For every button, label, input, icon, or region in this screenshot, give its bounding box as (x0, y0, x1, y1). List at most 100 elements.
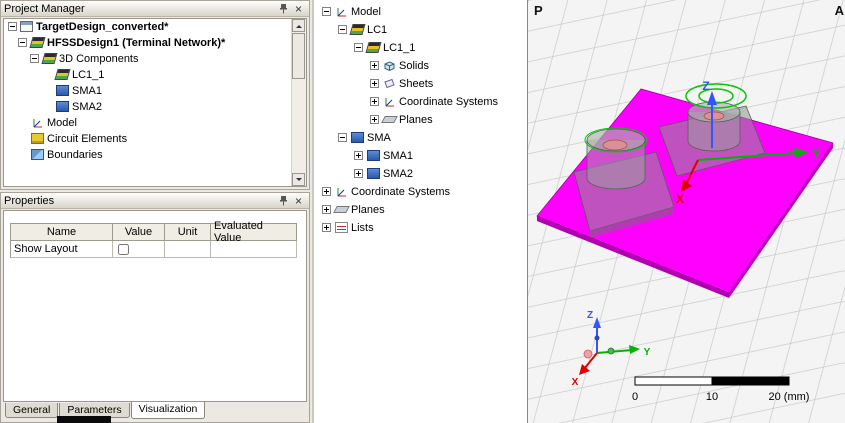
tree-item-sma1[interactable]: SMA1 (4, 83, 306, 99)
tree-item-label: LC1_1 (72, 69, 105, 81)
axis-z-arrowhead (707, 91, 717, 105)
triad-y-line (596, 349, 633, 354)
expand-icon[interactable] (322, 187, 331, 196)
collapse-icon[interactable] (354, 43, 363, 52)
tree-item-label: Solids (399, 60, 429, 72)
collapse-icon[interactable] (18, 38, 27, 47)
model-icon (31, 117, 44, 128)
tree-item-project[interactable]: TargetDesign_converted* (4, 19, 306, 35)
tree-item-lists[interactable]: Lists (314, 220, 527, 236)
arrow-down-icon (295, 178, 302, 184)
tree-item-label: SMA (367, 132, 391, 144)
scroll-thumb[interactable] (292, 33, 305, 79)
expand-icon[interactable] (370, 79, 379, 88)
component-icon (351, 132, 364, 143)
tree-item-label: Lists (351, 222, 374, 234)
tree-item-planes[interactable]: Planes (314, 112, 527, 128)
expand-icon[interactable] (370, 97, 379, 106)
scroll-up-button[interactable] (292, 19, 305, 32)
close-icon[interactable]: × (291, 194, 306, 207)
tree-item-label: LC1_1 (383, 42, 416, 54)
tree-item-label: 3D Components (59, 53, 139, 65)
triad-z-ball (594, 335, 600, 341)
coordinate-systems-icon (383, 96, 396, 107)
collapse-icon[interactable] (30, 54, 39, 63)
project-tree: TargetDesign_converted* HFSSDesign1 (Ter… (3, 18, 307, 187)
expand-icon[interactable] (354, 169, 363, 178)
arrow-up-icon (295, 22, 302, 28)
tree-item-sma2[interactable]: SMA2 (314, 166, 527, 182)
project-manager-titlebar[interactable]: Project Manager × (1, 1, 309, 17)
triad-z-label: Z (587, 310, 593, 321)
property-name-cell: Show Layout (11, 241, 113, 258)
tree-item-sma2[interactable]: SMA2 (4, 99, 306, 115)
collapse-icon[interactable] (322, 7, 331, 16)
pin-icon[interactable] (276, 194, 291, 207)
tree-item-label: SMA1 (383, 150, 413, 162)
show-layout-checkbox[interactable] (118, 243, 129, 255)
tree-item-label: SMA1 (72, 85, 102, 97)
component-icon (54, 69, 71, 80)
tree-item-label: TargetDesign_converted* (36, 21, 169, 33)
column-header-unit[interactable]: Unit (165, 224, 211, 241)
expand-icon[interactable] (322, 223, 331, 232)
tree-item-label: Coordinate Systems (351, 186, 451, 198)
expand-icon[interactable] (370, 115, 379, 124)
expand-icon[interactable] (370, 61, 379, 70)
tree-item-3d-components[interactable]: 3D Components (4, 51, 306, 67)
tree-item-sma1[interactable]: SMA1 (314, 148, 527, 164)
properties-titlebar[interactable]: Properties × (1, 193, 309, 209)
application-window: Project Manager × TargetDesign_converted… (0, 0, 845, 423)
scrollbar-vertical[interactable] (291, 19, 306, 186)
tree-item-circuit-elements[interactable]: Circuit Elements (4, 131, 306, 147)
tree-item-sma[interactable]: SMA (314, 130, 527, 146)
tree-item-lc1-1[interactable]: LC1_1 (314, 40, 527, 56)
triad-x-ball (583, 349, 593, 359)
tree-item-lc1[interactable]: LC1 (314, 22, 527, 38)
project-manager-title: Project Manager (4, 2, 85, 15)
expand-icon[interactable] (354, 151, 363, 160)
lists-icon (335, 222, 348, 233)
tab-visualization[interactable]: Visualization (130, 402, 206, 419)
scale-tick-10: 10 (706, 391, 718, 403)
sheets-icon (383, 78, 396, 89)
properties-table: Name Value Unit Evaluated Value Show Lay… (10, 220, 297, 258)
tree-item-boundaries[interactable]: Boundaries (4, 147, 306, 163)
solids-icon (383, 60, 396, 72)
tree-item-planes-root[interactable]: Planes (314, 202, 527, 218)
collapse-icon[interactable] (338, 25, 347, 34)
tab-general[interactable]: General (5, 403, 59, 418)
tree-item-coordinate-systems[interactable]: Coordinate Systems (314, 94, 527, 110)
scroll-down-button[interactable] (292, 173, 305, 186)
expand-icon[interactable] (322, 205, 331, 214)
component-icon (56, 101, 69, 112)
close-icon[interactable]: × (291, 2, 306, 15)
components-icon (41, 53, 58, 64)
tree-item-model-root[interactable]: Model (314, 4, 527, 20)
property-evaluated-cell (211, 241, 297, 258)
tree-item-label: Circuit Elements (47, 133, 128, 145)
tree-item-design[interactable]: HFSSDesign1 (Terminal Network)* (4, 35, 306, 51)
bottom-edge-fragment (57, 416, 111, 423)
pin-icon[interactable] (276, 2, 291, 15)
scale-tick-0: 0 (632, 391, 638, 403)
column-header-evaluated-value[interactable]: Evaluated Value (211, 220, 297, 244)
tree-item-label: Model (351, 6, 381, 18)
tree-item-model[interactable]: Model (4, 115, 306, 131)
column-header-name[interactable]: Name (11, 224, 113, 241)
column-header-value[interactable]: Value (113, 224, 165, 241)
tree-item-label: Planes (399, 114, 433, 126)
collapse-icon[interactable] (8, 22, 17, 31)
tree-item-coordinate-systems-root[interactable]: Coordinate Systems (314, 184, 527, 200)
tree-item-label: SMA2 (383, 168, 413, 180)
collapse-icon[interactable] (338, 133, 347, 142)
tree-item-lc1-1[interactable]: LC1_1 (4, 67, 306, 83)
tree-item-solids[interactable]: Solids (314, 58, 527, 74)
property-value-cell (113, 241, 165, 258)
pin-icon-glyph (280, 3, 287, 13)
triad-y-label: Y (644, 347, 651, 358)
3d-scene[interactable]: Z Y X Z Y X 0 10 20 (mm) (528, 0, 845, 423)
viewport-3d[interactable]: P A Z Y X Z Y X 0 10 20 (mm) (528, 0, 845, 423)
properties-body: Name Value Unit Evaluated Value Show Lay… (3, 210, 307, 402)
tree-item-sheets[interactable]: Sheets (314, 76, 527, 92)
